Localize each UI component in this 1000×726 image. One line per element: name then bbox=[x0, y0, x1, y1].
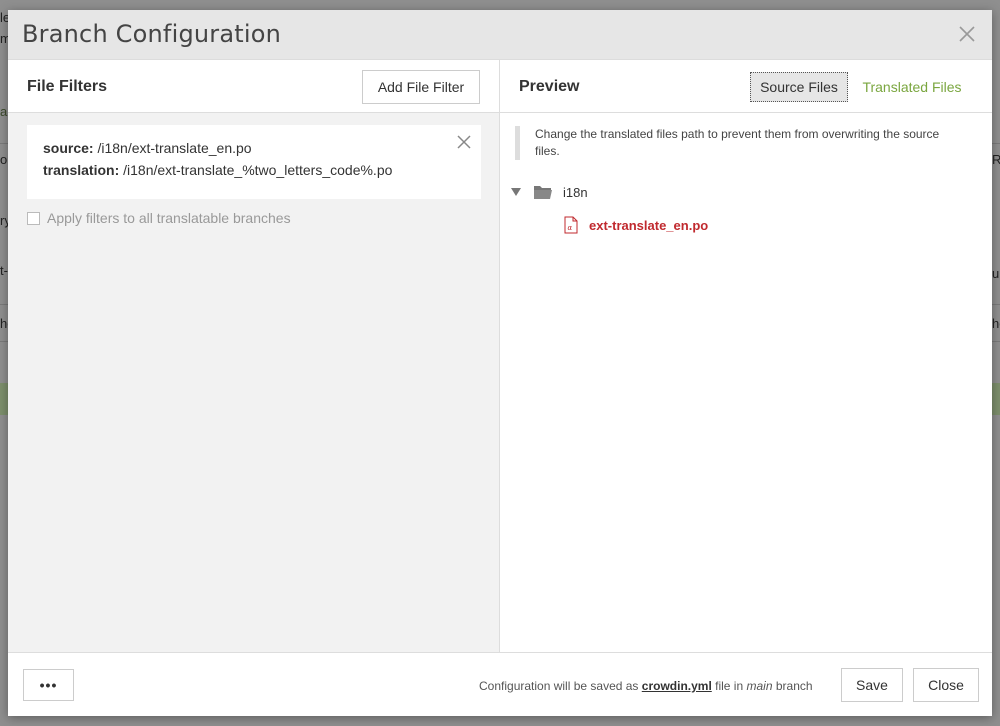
bg-fragment: u bbox=[992, 266, 1000, 281]
close-button[interactable]: Close bbox=[913, 668, 979, 702]
preview-header: Preview Source Files Translated Files bbox=[500, 60, 992, 113]
save-location-note: Configuration will be saved as crowdin.y… bbox=[479, 679, 813, 693]
dialog-header: Branch Configuration bbox=[8, 10, 992, 60]
svg-text:α: α bbox=[568, 224, 573, 232]
path-warning-notice: Change the translated files path to prev… bbox=[515, 126, 965, 160]
bg-fragment: R bbox=[992, 152, 1000, 167]
dialog-body: File Filters Add File Filter source: /i1… bbox=[8, 60, 992, 652]
add-file-filter-button[interactable]: Add File Filter bbox=[362, 70, 480, 104]
note-middle: file in bbox=[715, 679, 744, 693]
source-value: /i18n/ext-translate_en.po bbox=[97, 140, 252, 156]
preview-panel: Preview Source Files Translated Files Ch… bbox=[500, 60, 992, 652]
more-options-button[interactable]: ••• bbox=[23, 669, 74, 701]
bg-fragment: t- bbox=[0, 263, 8, 278]
file-filter-card: source: /i18n/ext-translate_en.po transl… bbox=[27, 125, 481, 199]
remove-filter-icon[interactable] bbox=[457, 135, 471, 149]
file-filters-panel: File Filters Add File Filter source: /i1… bbox=[8, 60, 500, 652]
config-file-name: crowdin.yml bbox=[641, 679, 712, 693]
tree-folder-i18n[interactable]: i18n bbox=[511, 184, 588, 200]
preview-title: Preview bbox=[519, 78, 580, 95]
filter-translation-row: translation: /i18n/ext-translate_%two_le… bbox=[43, 159, 465, 181]
file-document-icon: α bbox=[564, 216, 578, 234]
apply-filters-label: Apply filters to all translatable branch… bbox=[47, 210, 291, 226]
expand-arrow-icon[interactable] bbox=[511, 188, 521, 196]
tab-translated-files[interactable]: Translated Files bbox=[850, 72, 974, 102]
apply-filters-option[interactable]: Apply filters to all translatable branch… bbox=[27, 210, 291, 226]
folder-name: i18n bbox=[563, 184, 588, 200]
translation-label: translation: bbox=[43, 162, 120, 178]
folder-open-icon bbox=[534, 186, 552, 199]
note-prefix: Configuration will be saved as bbox=[479, 679, 639, 693]
apply-filters-checkbox[interactable] bbox=[27, 211, 40, 225]
source-label: source: bbox=[43, 140, 94, 156]
file-name: ext-translate_en.po bbox=[589, 217, 709, 233]
branch-config-dialog: Branch Configuration File Filters Add Fi… bbox=[8, 10, 992, 716]
dialog-title: Branch Configuration bbox=[22, 20, 282, 48]
bg-fragment: ho bbox=[992, 316, 1000, 331]
translation-value: /i18n/ext-translate_%two_letters_code%.p… bbox=[123, 162, 393, 178]
tree-file-item[interactable]: α ext-translate_en.po bbox=[564, 216, 708, 234]
filter-source-row: source: /i18n/ext-translate_en.po bbox=[43, 137, 465, 159]
tab-source-files[interactable]: Source Files bbox=[750, 72, 848, 102]
branch-name: main bbox=[746, 679, 773, 693]
dialog-footer: ••• Configuration will be saved as crowd… bbox=[8, 652, 992, 716]
close-icon[interactable] bbox=[958, 25, 976, 43]
file-filters-header: File Filters Add File Filter bbox=[8, 60, 499, 113]
note-suffix: branch bbox=[775, 679, 813, 693]
bg-fragment: o bbox=[0, 152, 8, 167]
save-button[interactable]: Save bbox=[841, 668, 903, 702]
file-filters-title: File Filters bbox=[27, 78, 108, 95]
